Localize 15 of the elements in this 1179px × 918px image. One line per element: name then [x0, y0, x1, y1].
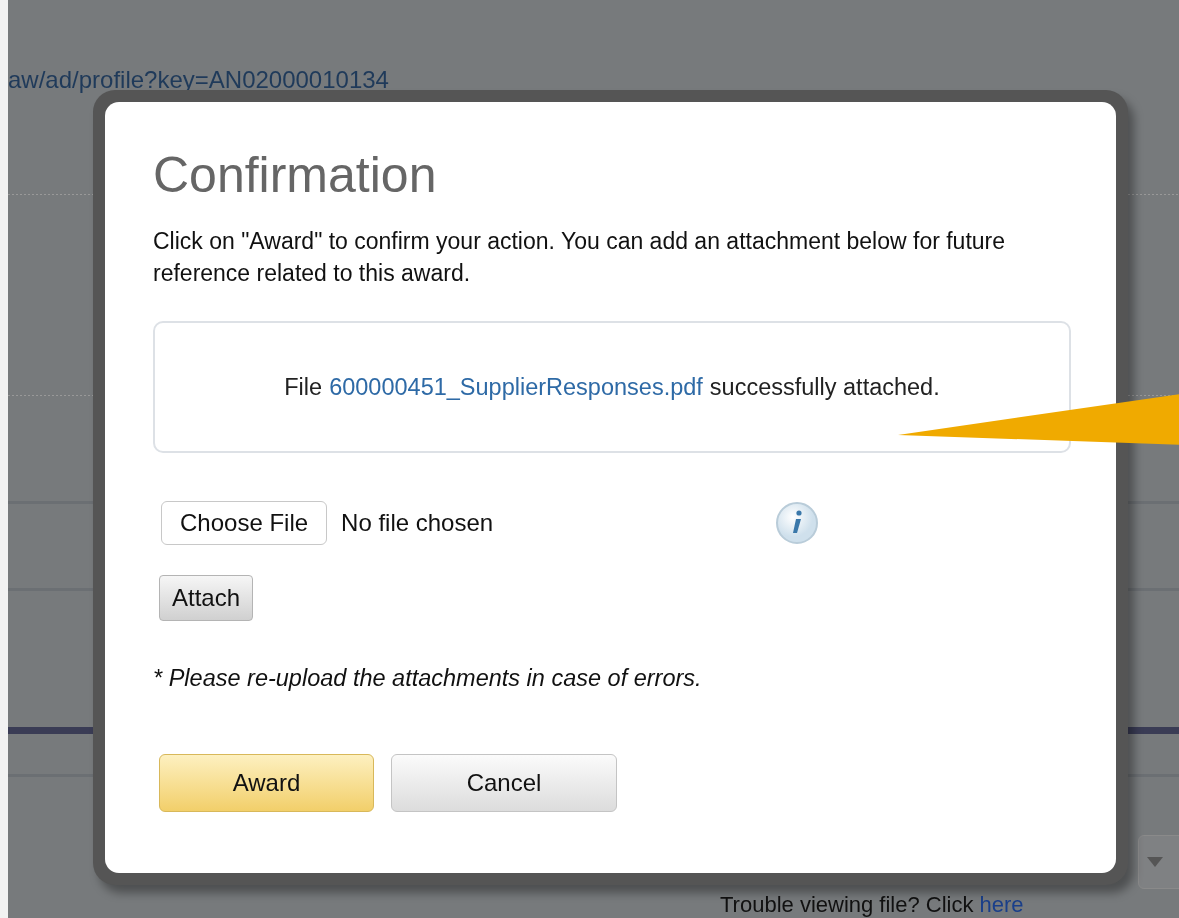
attach-button[interactable]: Attach: [159, 575, 254, 621]
status-suffix: successfully attached.: [709, 373, 940, 401]
choose-file-button[interactable]: Choose File: [161, 501, 328, 545]
info-icon[interactable]: [775, 501, 820, 545]
file-link[interactable]: 600000451_SupplierResponses.pdf: [329, 373, 703, 401]
caret-icon: [1147, 857, 1163, 867]
dialog-title: Confirmation: [153, 148, 438, 203]
dialog-message: Click on "Award" to confirm your action. You can add an attachment below for future reference related to this award.: [153, 227, 1007, 288]
url-text: aw/ad/profile?key=AN02000010134: [8, 66, 390, 94]
primary-button[interactable]: Award: [159, 754, 374, 812]
file-name-text: No file chosen: [341, 509, 495, 537]
status-prefix: File: [284, 373, 323, 401]
help-text: Trouble viewing file? Click: [720, 892, 974, 918]
note-text: * Please re-upload the attachments in case of errors.: [153, 665, 703, 692]
secondary-button[interactable]: Cancel: [391, 754, 617, 812]
